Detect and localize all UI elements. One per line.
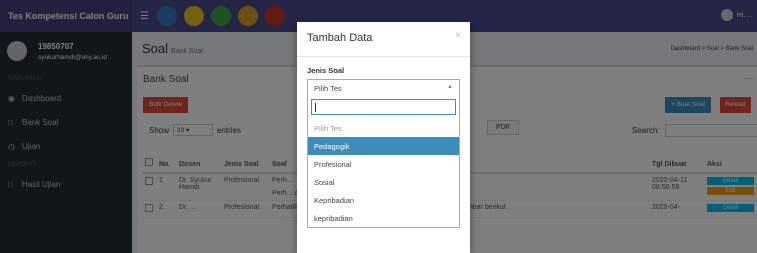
option-profesional[interactable]: Profesional (308, 155, 459, 173)
option-pedagogik[interactable]: Pedagogik (308, 137, 459, 155)
jenis-soal-select[interactable]: Pilih Tes ▲ (307, 79, 460, 96)
option-kepribadian[interactable]: Kepribadian (308, 191, 459, 209)
close-icon[interactable]: × (455, 30, 461, 41)
text-caret (315, 103, 316, 112)
option-pilih-tes: Pilih Tes (314, 124, 342, 133)
modal-title: Tambah Data (307, 32, 373, 44)
jenis-soal-label: Jenis Soal (307, 66, 345, 75)
option-sosial[interactable]: Sosial (308, 173, 459, 191)
tambah-data-modal: Tambah Data × Jenis Soal Pilih Tes ▲ Pil… (297, 22, 470, 253)
modal-header: Tambah Data × (297, 22, 470, 57)
select-value: Pilih Tes (314, 84, 342, 93)
chevron-up-icon: ▲ (447, 84, 453, 90)
jenis-soal-dropdown: Pilih Tes Pedagogik Profesional Sosial K… (307, 95, 460, 228)
option-kepribadian-lower[interactable]: kepribadian (308, 209, 459, 227)
dropdown-search-input[interactable] (311, 99, 456, 115)
